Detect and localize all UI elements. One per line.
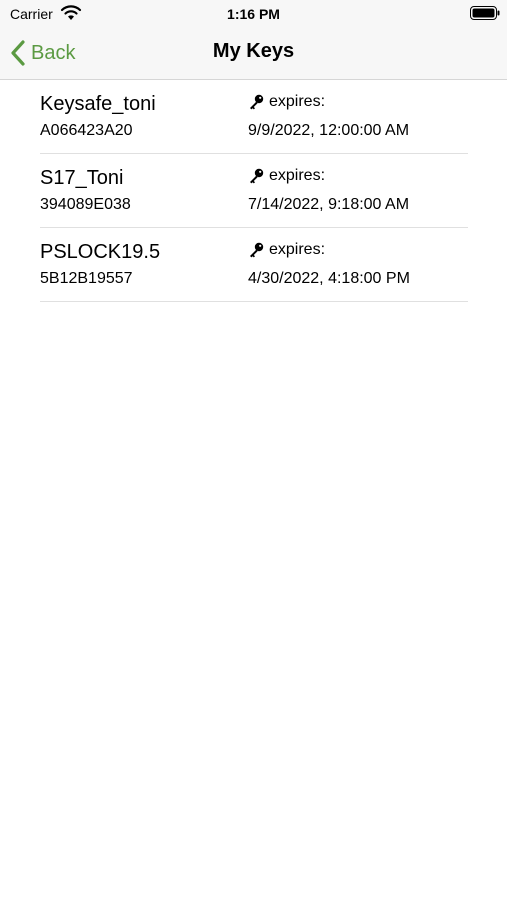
key-list: Keysafe_toni A066423A20 expires: 9/9/202… (40, 80, 468, 302)
expires-line: expires: (248, 93, 325, 111)
status-bar: Carrier 1:16 PM (0, 0, 507, 28)
status-time: 1:16 PM (227, 6, 280, 22)
expires-label: expires: (269, 93, 326, 110)
key-row[interactable]: S17_Toni 394089E038 expires: 7/14/2022, … (40, 154, 468, 228)
key-name: PSLOCK19.5 (40, 241, 161, 263)
expires-line: expires: (248, 241, 325, 259)
key-name: Keysafe_toni (40, 93, 156, 115)
expires-date: 7/14/2022, 9:18:00 AM (248, 196, 410, 213)
back-label: Back (31, 41, 76, 64)
expires-date: 4/30/2022, 4:18:00 PM (248, 270, 410, 287)
battery-icon (470, 6, 500, 20)
key-serial: A066423A20 (40, 122, 133, 139)
back-button[interactable]: Back (10, 38, 75, 68)
navigation-bar: Back My Keys (0, 28, 507, 80)
expires-label: expires: (269, 167, 326, 184)
expires-date: 9/9/2022, 12:00:00 AM (248, 122, 410, 139)
key-icon (250, 94, 264, 110)
page-title: My Keys (212, 40, 295, 62)
key-row[interactable]: PSLOCK19.5 5B12B19557 expires: 4/30/2022… (40, 228, 468, 302)
key-icon (250, 242, 264, 258)
expires-label: expires: (269, 241, 326, 258)
key-row[interactable]: Keysafe_toni A066423A20 expires: 9/9/202… (40, 80, 468, 154)
key-icon (250, 168, 264, 184)
key-serial: 5B12B19557 (40, 270, 133, 287)
key-serial: 394089E038 (40, 196, 131, 213)
key-name: S17_Toni (40, 167, 124, 189)
chevron-left-icon (11, 40, 25, 66)
expires-line: expires: (248, 167, 325, 185)
